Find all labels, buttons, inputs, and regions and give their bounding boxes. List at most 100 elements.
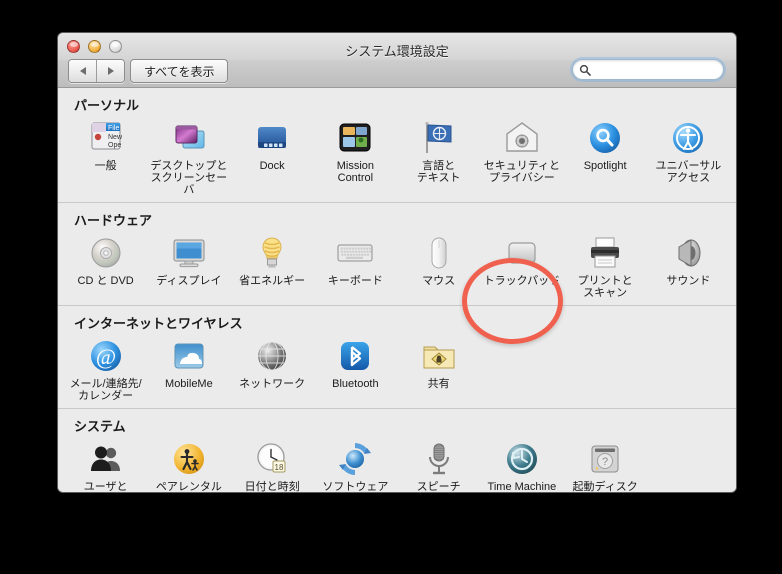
pref-pane-label: トラックパッド [483,275,561,287]
sound-icon [668,233,708,273]
pref-pane-label: Time Machine [487,481,557,493]
pref-pane-keyboard[interactable]: キーボード [314,231,397,299]
mail-contacts-calendars-icon: @ [86,336,126,376]
pref-pane-spotlight[interactable]: Spotlight [564,116,647,196]
search-icon [579,64,591,76]
pref-pane-label: メール/連絡先/ カレンダー [69,378,142,402]
pref-pane-label: セキュリティと プライバシー [483,160,561,184]
pref-pane-mobileme[interactable]: MobileMe [147,334,230,402]
section-icon-grid: CD と DVD ディスプレイ 省エネルギー キーボード マウス トラックパッド… [58,231,736,305]
svg-text:?: ? [602,456,608,468]
pref-pane-speech[interactable]: スピーチ [397,437,480,493]
pref-pane-label: 言語と テキスト [416,160,461,184]
page-title: システム環境設定 [345,44,449,59]
pref-pane-trackpad[interactable]: トラックパッド [480,231,563,299]
bluetooth-icon [335,336,375,376]
forward-button[interactable] [96,60,124,82]
pref-pane-security-privacy[interactable]: セキュリティと プライバシー [480,116,563,196]
section-icon-grid: ユーザと グループ ペアレンタル コントロール 18 日付と時刻 ソフトウェア ア… [58,437,736,493]
general-icon: File New Ope [86,118,126,158]
search-input[interactable] [594,61,716,78]
network-icon [252,336,292,376]
section-icon-grid: File New Ope 一般 デスクトップと スクリーンセーバ Dock Mi… [58,116,736,202]
keyboard-icon [335,233,375,273]
pref-pane-language-text[interactable]: 言語と テキスト [397,116,480,196]
pref-pane-label: スピーチ [416,481,461,493]
pref-pane-label: デスクトップと スクリーンセーバ [150,160,228,196]
universal-access-icon [668,118,708,158]
svg-text:Ope: Ope [108,142,121,149]
pref-pane-label: Dock [259,160,285,172]
chevron-right-icon [107,67,114,75]
pref-pane-print-scan[interactable]: プリントと スキャン [564,231,647,299]
section-title: インターネットとワイヤレス [74,316,243,331]
pref-pane-startup-disk[interactable]: ? 起動ディスク [564,437,647,492]
pref-pane-software-update[interactable]: ソフトウェア アップデート [314,437,397,492]
pref-pane-dock[interactable]: Dock [231,116,314,196]
pref-pane-desktop-screensaver[interactable]: デスクトップと スクリーンセーバ [147,116,230,196]
pref-pane-general[interactable]: File New Ope 一般 [64,116,147,196]
pref-pane-universal-access[interactable]: ユニバーサル アクセス [647,116,730,196]
pref-pane-users-groups[interactable]: ユーザと グループ [64,437,147,492]
pref-pane-label: MobileMe [165,378,213,390]
toolbar: すべてを表示 [58,59,736,87]
pref-pane-time-machine[interactable]: Time Machine [480,437,563,493]
preference-section: インターネットとワイヤレス @ メール/連絡先/ カレンダー MobileMe ネ… [58,305,736,408]
back-button[interactable] [69,60,96,82]
svg-text:18: 18 [275,463,284,472]
pref-pane-energy-saver[interactable]: 省エネルギー [231,231,314,299]
language-text-icon [419,118,459,158]
mobileme-icon [169,336,209,376]
preference-section: ハードウェア CD と DVD ディスプレイ 省エネルギー キーボード マウス … [58,202,736,305]
pref-pane-label: ネットワーク [239,378,306,390]
pref-pane-label: Bluetooth [332,378,379,390]
pref-pane-sound[interactable]: サウンド [647,231,730,299]
pref-pane-label: 一般 [94,160,117,172]
energy-saver-icon [252,233,292,273]
date-time-icon: 18 [252,439,292,479]
pref-pane-bluetooth[interactable]: Bluetooth [314,334,397,402]
time-machine-icon [502,439,542,479]
mouse-icon [419,233,459,273]
pref-pane-label: 共有 [427,378,450,390]
pref-pane-label: CD と DVD [77,275,134,287]
pref-pane-displays[interactable]: ディスプレイ [147,231,230,299]
pref-pane-label: プリントと スキャン [577,275,633,299]
search-field[interactable] [572,59,724,80]
pref-pane-network[interactable]: ネットワーク [231,334,314,402]
pref-pane-cd-dvd[interactable]: CD と DVD [64,231,147,299]
screen: システム環境設定 すべてを表示 パーソナル File New Ope 一般 デス… [0,0,782,574]
software-update-icon [335,439,375,479]
pref-pane-label: 日付と時刻 [244,481,300,493]
parental-controls-icon [169,439,209,479]
svg-text:New: New [108,134,123,141]
pref-pane-mission-control[interactable]: Mission Control [314,116,397,196]
cd-dvd-icon [86,233,126,273]
pref-pane-parental-controls[interactable]: ペアレンタル コントロール [147,437,230,492]
pref-pane-label: マウス [422,275,456,287]
show-all-button[interactable]: すべてを表示 [130,59,229,83]
displays-icon [169,233,209,273]
svg-text:@: @ [95,344,115,369]
pref-pane-sharing[interactable]: 共有 [397,334,480,402]
navigation-buttons[interactable] [68,59,125,83]
pref-pane-date-time[interactable]: 18 日付と時刻 [231,437,314,493]
startup-disk-icon: ? [585,439,625,479]
pref-pane-mail-contacts-calendars[interactable]: @ メール/連絡先/ カレンダー [64,334,147,402]
svg-text:File: File [108,125,119,132]
preferences-grid: パーソナル File New Ope 一般 デスクトップと スクリーンセーバ D… [58,88,736,493]
section-title: パーソナル [74,98,140,113]
pref-pane-mouse[interactable]: マウス [397,231,480,299]
print-scan-icon [585,233,625,273]
pref-pane-label: 省エネルギー [239,275,306,287]
section-icon-grid: @ メール/連絡先/ カレンダー MobileMe ネットワーク Bluetoot… [58,334,736,408]
preference-section: パーソナル File New Ope 一般 デスクトップと スクリーンセーバ D… [58,88,736,202]
dock-icon [252,118,292,158]
chevron-left-icon [79,67,86,75]
window-titlebar: システム環境設定 すべてを表示 [58,33,736,88]
system-preferences-window: システム環境設定 すべてを表示 パーソナル File New Ope 一般 デス… [57,32,737,493]
pref-pane-label: サウンド [666,275,711,287]
speech-icon [419,439,459,479]
desktop-screensaver-icon [169,118,209,158]
mission-control-icon [335,118,375,158]
